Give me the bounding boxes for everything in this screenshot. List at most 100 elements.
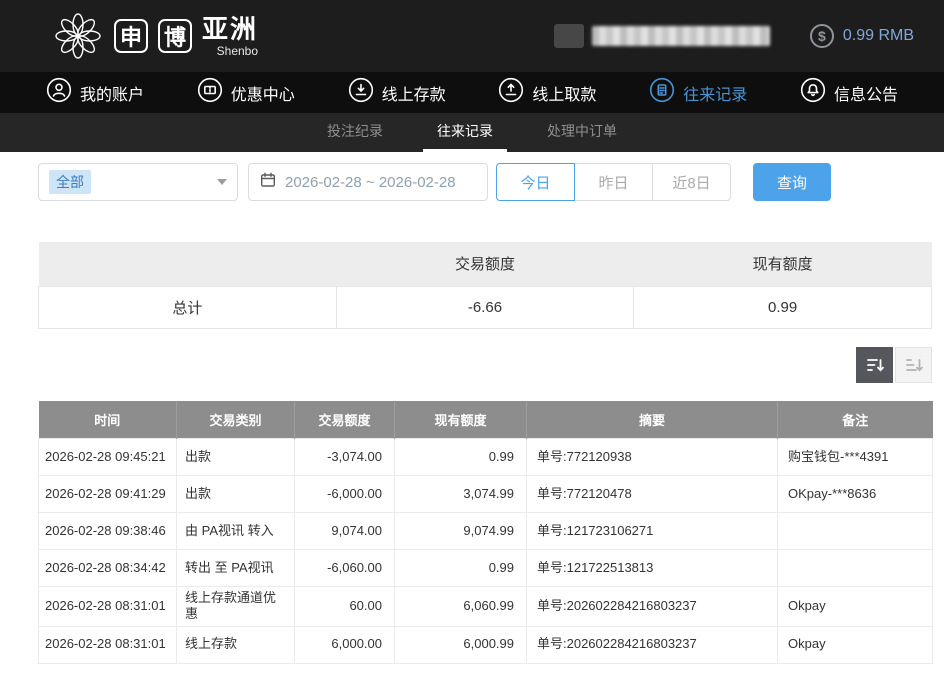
nav-item-promotions[interactable]: 优惠中心	[197, 77, 295, 108]
nav-item-announcements[interactable]: 信息公告	[800, 77, 898, 108]
cell-remark	[778, 550, 933, 587]
cell-summary: 单号:121722513813	[527, 550, 778, 587]
cell-summary: 单号:772120478	[527, 476, 778, 513]
cell-amount: 9,074.00	[295, 513, 395, 550]
transaction-type-select[interactable]: 全部	[38, 163, 238, 201]
last-8-days-button[interactable]: 近8日	[652, 163, 731, 201]
sort-ascending-button[interactable]	[895, 347, 932, 383]
summary-header-balance: 现有额度	[634, 242, 932, 286]
nav-item-withdraw[interactable]: 线上取款	[498, 77, 596, 108]
sort-descending-button[interactable]	[856, 347, 893, 383]
transactions-table: 时间 交易类别 交易额度 现有额度 摘要 备注 2026-02-28 09:45…	[38, 401, 933, 664]
cell-type: 由 PA视讯 转入	[177, 513, 295, 550]
logo-char-shen: 申	[114, 19, 148, 53]
cell-summary: 单号:202602284216803237	[527, 626, 778, 663]
col-header-type: 交易类别	[177, 401, 295, 439]
cell-amount: 6,000.00	[295, 626, 395, 663]
date-range-value: 2026-02-28 ~ 2026-02-28	[285, 174, 456, 191]
sort-controls	[38, 347, 932, 383]
summary-total-amount: -6.66	[336, 286, 634, 328]
page-content: 全部 2026-02-28 ~ 2026-02-28 今日 昨日 近8日 查询 …	[0, 163, 944, 664]
cell-amount: 60.00	[295, 587, 395, 627]
summary-table: 交易额度 现有额度 总计 -6.66 0.99	[38, 242, 932, 329]
nav-label: 线上取款	[532, 81, 596, 105]
chevron-down-icon	[217, 179, 227, 185]
filter-bar: 全部 2026-02-28 ~ 2026-02-28 今日 昨日 近8日 查询	[38, 163, 944, 201]
header-right: $ 0.99 RMB	[554, 24, 914, 48]
main-navigation: 我的账户 优惠中心 线上存款 线上取款	[0, 72, 944, 113]
site-logo: 申 博 亚洲 Shenbo	[52, 10, 258, 62]
cell-amount: -3,074.00	[295, 439, 395, 476]
col-header-amount: 交易额度	[295, 401, 395, 439]
table-row: 2026-02-28 08:31:01 线上存款 6,000.00 6,000.…	[39, 626, 933, 663]
censored-username	[592, 26, 770, 46]
summary-total-label: 总计	[39, 286, 337, 328]
cell-remark: 购宝钱包-***4391	[778, 439, 933, 476]
nav-item-records[interactable]: 往来记录	[649, 77, 747, 108]
cell-time: 2026-02-28 08:31:01	[39, 626, 177, 663]
nav-item-deposit[interactable]: 线上存款	[348, 77, 446, 108]
cell-type: 出款	[177, 476, 295, 513]
yesterday-button[interactable]: 昨日	[574, 163, 653, 201]
cell-amount: -6,060.00	[295, 550, 395, 587]
table-row: 2026-02-28 09:38:46 由 PA视讯 转入 9,074.00 9…	[39, 513, 933, 550]
cell-balance: 0.99	[395, 439, 527, 476]
records-icon	[649, 77, 675, 108]
nav-label: 线上存款	[382, 81, 446, 105]
transactions-header-row: 时间 交易类别 交易额度 现有额度 摘要 备注	[39, 401, 933, 439]
cell-type: 线上存款通道优惠	[177, 587, 295, 627]
cell-time: 2026-02-28 09:45:21	[39, 439, 177, 476]
withdraw-icon	[498, 77, 524, 108]
cell-type: 出款	[177, 439, 295, 476]
cell-type: 转出 至 PA视讯	[177, 550, 295, 587]
nav-label: 我的账户	[80, 81, 144, 105]
cell-balance: 3,074.99	[395, 476, 527, 513]
logo-char-bo: 博	[158, 19, 192, 53]
cell-balance: 9,074.99	[395, 513, 527, 550]
cell-remark: Okpay	[778, 626, 933, 663]
subtab-betting-records[interactable]: 投注纪录	[313, 113, 397, 152]
dollar-icon: $	[810, 24, 834, 48]
table-row: 2026-02-28 08:31:01 线上存款通道优惠 60.00 6,060…	[39, 587, 933, 627]
user-account-area	[554, 24, 770, 48]
cell-remark: Okpay	[778, 587, 933, 627]
subtab-pending-orders[interactable]: 处理中订单	[533, 113, 631, 152]
nav-label: 信息公告	[834, 81, 898, 105]
cell-balance: 6,060.99	[395, 587, 527, 627]
balance-display: $ 0.99 RMB	[810, 24, 914, 48]
col-header-balance: 现有额度	[395, 401, 527, 439]
lotus-flower-icon	[52, 10, 104, 62]
col-header-remark: 备注	[778, 401, 933, 439]
summary-header-blank	[39, 242, 337, 286]
cell-summary: 单号:202602284216803237	[527, 587, 778, 627]
user-icon	[46, 77, 72, 108]
cell-balance: 0.99	[395, 550, 527, 587]
table-row: 2026-02-28 08:34:42 转出 至 PA视讯 -6,060.00 …	[39, 550, 933, 587]
cell-type: 线上存款	[177, 626, 295, 663]
col-header-summary: 摘要	[527, 401, 778, 439]
record-subtabs: 投注纪录 往来记录 处理中订单	[0, 113, 944, 152]
date-range-input[interactable]: 2026-02-28 ~ 2026-02-28	[248, 163, 488, 201]
cell-time: 2026-02-28 08:31:01	[39, 587, 177, 627]
subtab-transaction-records[interactable]: 往来记录	[423, 113, 507, 152]
coupon-icon	[197, 77, 223, 108]
table-row: 2026-02-28 09:45:21 出款 -3,074.00 0.99 单号…	[39, 439, 933, 476]
cell-time: 2026-02-28 08:34:42	[39, 550, 177, 587]
query-button[interactable]: 查询	[753, 163, 831, 201]
user-avatar	[554, 24, 584, 48]
cell-time: 2026-02-28 09:38:46	[39, 513, 177, 550]
top-header: 申 博 亚洲 Shenbo $ 0.99 RMB	[0, 0, 944, 72]
nav-item-my-account[interactable]: 我的账户	[46, 77, 144, 108]
today-button[interactable]: 今日	[496, 163, 575, 201]
calendar-icon	[260, 172, 276, 193]
nav-label: 往来记录	[683, 81, 747, 105]
balance-amount: 0.99 RMB	[843, 27, 914, 45]
cell-summary: 单号:772120938	[527, 439, 778, 476]
summary-header-amount: 交易额度	[336, 242, 634, 286]
cell-summary: 单号:121723106271	[527, 513, 778, 550]
cell-balance: 6,000.99	[395, 626, 527, 663]
transactions-body: 2026-02-28 09:45:21 出款 -3,074.00 0.99 单号…	[39, 439, 933, 664]
summary-total-balance: 0.99	[634, 286, 932, 328]
bell-icon	[800, 77, 826, 108]
nav-label: 优惠中心	[231, 81, 295, 105]
